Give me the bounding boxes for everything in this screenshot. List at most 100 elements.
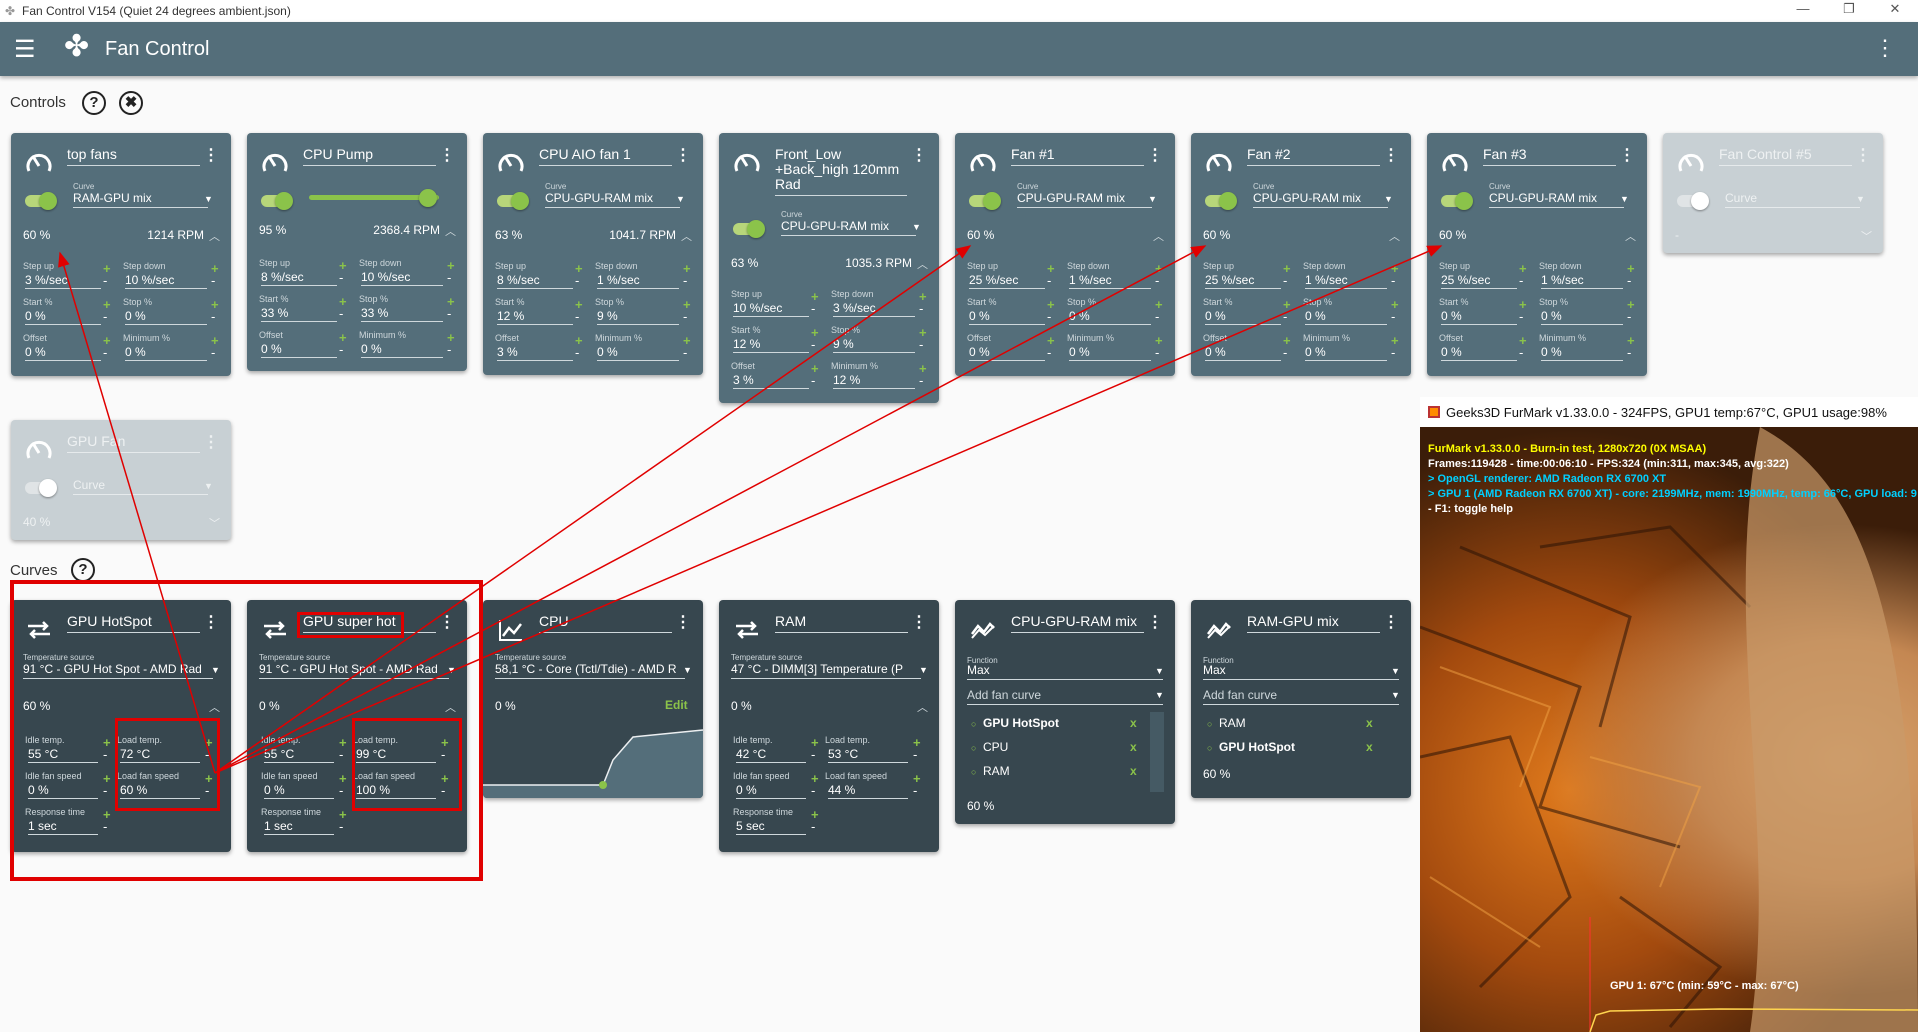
field-value[interactable]: 0 % bbox=[969, 345, 1045, 361]
decrement-button[interactable]: - bbox=[1047, 346, 1051, 359]
curve-menu-icon[interactable]: ⋮ bbox=[675, 615, 691, 631]
enable-toggle[interactable] bbox=[511, 192, 529, 210]
field-value[interactable]: 0 % bbox=[125, 309, 207, 325]
field-value[interactable]: 5 sec bbox=[736, 819, 806, 835]
field-value[interactable]: 1 %/sec bbox=[597, 273, 679, 289]
function-select[interactable]: Max bbox=[1203, 663, 1399, 680]
dropdown-arrow-icon[interactable]: ▼ bbox=[1856, 194, 1865, 204]
collapse-chevron-icon[interactable]: ︿ bbox=[917, 256, 928, 272]
field-value[interactable]: 12 % bbox=[497, 309, 573, 325]
slider-handle[interactable] bbox=[419, 189, 437, 207]
decrement-button[interactable]: - bbox=[1391, 310, 1395, 323]
field-value[interactable]: 25 %/sec bbox=[1205, 273, 1281, 289]
field-value[interactable]: 25 %/sec bbox=[969, 273, 1045, 289]
decrement-button[interactable]: - bbox=[1283, 274, 1287, 287]
curve-card[interactable]: CPU ⋮ Temperature source 58,1 °C - Core (Tc… bbox=[483, 600, 703, 798]
collapse-chevron-icon[interactable]: ﹀ bbox=[1861, 228, 1872, 244]
dropdown-arrow-icon[interactable]: ▼ bbox=[683, 665, 692, 675]
control-card[interactable]: Front_Low +Back_high 120mm Rad ⋮ Curve CPU-… bbox=[719, 133, 939, 403]
field-value[interactable]: 33 % bbox=[261, 306, 337, 322]
decrement-button[interactable]: - bbox=[683, 274, 687, 287]
decrement-button[interactable]: - bbox=[919, 374, 923, 387]
decrement-button[interactable]: - bbox=[447, 343, 451, 356]
decrement-button[interactable]: - bbox=[211, 346, 215, 359]
decrement-button[interactable]: - bbox=[913, 784, 917, 797]
control-name[interactable]: top fans bbox=[67, 147, 200, 166]
decrement-button[interactable]: - bbox=[339, 343, 343, 356]
curve-name[interactable]: RAM-GPU mix bbox=[1247, 614, 1380, 633]
field-value[interactable]: 10 %/sec bbox=[361, 270, 443, 286]
decrement-button[interactable]: - bbox=[339, 307, 343, 320]
decrement-button[interactable]: - bbox=[575, 274, 579, 287]
control-card[interactable]: CPU AIO fan 1 ⋮ Curve CPU-GPU-RAM mix ▼ 63 % 1… bbox=[483, 133, 703, 375]
decrement-button[interactable]: - bbox=[1155, 274, 1159, 287]
add-fan-curve-select[interactable]: Add fan curve bbox=[1203, 688, 1399, 705]
collapse-chevron-icon[interactable]: ︿ bbox=[917, 699, 928, 715]
control-card[interactable]: top fans ⋮ Curve RAM-GPU mix ▼ 60 % 1214 RPM ︿ S… bbox=[11, 133, 231, 376]
dropdown-arrow-icon[interactable]: ▼ bbox=[919, 665, 928, 675]
decrement-button[interactable]: - bbox=[1047, 274, 1051, 287]
field-value[interactable]: 0 % bbox=[1441, 345, 1517, 361]
edit-curve-link[interactable]: Edit bbox=[665, 698, 688, 712]
controls-help-icon[interactable]: ? bbox=[82, 91, 106, 115]
enable-toggle[interactable] bbox=[275, 192, 293, 210]
curve-select[interactable]: Curve bbox=[73, 478, 208, 495]
close-button[interactable]: ✕ bbox=[1880, 1, 1910, 17]
control-menu-icon[interactable]: ⋮ bbox=[203, 148, 219, 164]
decrement-button[interactable]: - bbox=[811, 302, 815, 315]
field-value[interactable]: 3 %/sec bbox=[25, 273, 101, 289]
decrement-button[interactable]: - bbox=[1519, 274, 1523, 287]
dropdown-arrow-icon[interactable]: ▼ bbox=[1155, 690, 1164, 700]
collapse-chevron-icon[interactable]: ︿ bbox=[209, 228, 220, 244]
control-menu-icon[interactable]: ⋮ bbox=[675, 148, 691, 164]
add-fan-curve-select[interactable]: Add fan curve bbox=[967, 688, 1163, 705]
decrement-button[interactable]: - bbox=[811, 338, 815, 351]
decrement-button[interactable]: - bbox=[1519, 310, 1523, 323]
control-menu-icon[interactable]: ⋮ bbox=[1855, 148, 1871, 164]
field-value[interactable]: 42 °C bbox=[736, 747, 806, 763]
decrement-button[interactable]: - bbox=[1047, 310, 1051, 323]
decrement-button[interactable]: - bbox=[1627, 310, 1631, 323]
field-value[interactable]: 0 % bbox=[25, 345, 101, 361]
collapse-chevron-icon[interactable]: ︿ bbox=[1153, 228, 1164, 244]
decrement-button[interactable]: - bbox=[211, 274, 215, 287]
decrement-button[interactable]: - bbox=[1155, 346, 1159, 359]
remove-item-button[interactable]: x bbox=[1130, 740, 1137, 754]
field-value[interactable]: 1 %/sec bbox=[1069, 273, 1151, 289]
control-menu-icon[interactable]: ⋮ bbox=[203, 435, 219, 451]
dropdown-arrow-icon[interactable]: ▼ bbox=[676, 194, 685, 204]
field-value[interactable]: 44 % bbox=[828, 783, 908, 799]
collapse-chevron-icon[interactable]: ︿ bbox=[1625, 228, 1636, 244]
remove-item-button[interactable]: x bbox=[1366, 716, 1373, 730]
control-card[interactable]: Fan #3 ⋮ Curve CPU-GPU-RAM mix ▼ 60 % ︿ Step up… bbox=[1427, 133, 1647, 376]
decrement-button[interactable]: - bbox=[1283, 346, 1287, 359]
curve-select[interactable]: RAM-GPU mix bbox=[73, 191, 208, 208]
enable-toggle[interactable] bbox=[1219, 192, 1237, 210]
more-options-icon[interactable]: ⋮ bbox=[1874, 35, 1896, 61]
field-value[interactable]: 0 % bbox=[597, 345, 679, 361]
decrement-button[interactable]: - bbox=[811, 784, 815, 797]
field-value[interactable]: 0 % bbox=[1069, 309, 1151, 325]
decrement-button[interactable]: - bbox=[1391, 346, 1395, 359]
decrement-button[interactable]: - bbox=[103, 310, 107, 323]
curve-select[interactable]: CPU-GPU-RAM mix bbox=[1253, 191, 1388, 208]
field-value[interactable]: 8 %/sec bbox=[497, 273, 573, 289]
curve-select[interactable]: CPU-GPU-RAM mix bbox=[781, 219, 916, 236]
decrement-button[interactable]: - bbox=[1283, 310, 1287, 323]
control-card[interactable]: Fan #1 ⋮ Curve CPU-GPU-RAM mix ▼ 60 % ︿ Step up… bbox=[955, 133, 1175, 376]
decrement-button[interactable]: - bbox=[575, 346, 579, 359]
field-value[interactable]: 33 % bbox=[361, 306, 443, 322]
decrement-button[interactable]: - bbox=[1391, 274, 1395, 287]
remove-item-button[interactable]: x bbox=[1130, 716, 1137, 730]
maximize-button[interactable]: ❐ bbox=[1834, 1, 1864, 17]
field-value[interactable]: 3 % bbox=[497, 345, 573, 361]
list-scrollbar[interactable] bbox=[1150, 712, 1164, 792]
decrement-button[interactable]: - bbox=[811, 820, 815, 833]
curve-menu-icon[interactable]: ⋮ bbox=[1383, 615, 1399, 631]
decrement-button[interactable]: - bbox=[1627, 274, 1631, 287]
curve-select[interactable]: CPU-GPU-RAM mix bbox=[545, 191, 680, 208]
collapse-chevron-icon[interactable]: ︿ bbox=[681, 228, 692, 244]
remove-item-button[interactable]: x bbox=[1366, 740, 1373, 754]
furmark-window[interactable]: Geeks3D FurMark v1.33.0.0 - 324FPS, GPU1… bbox=[1420, 397, 1918, 1032]
dropdown-arrow-icon[interactable]: ▼ bbox=[1620, 194, 1629, 204]
